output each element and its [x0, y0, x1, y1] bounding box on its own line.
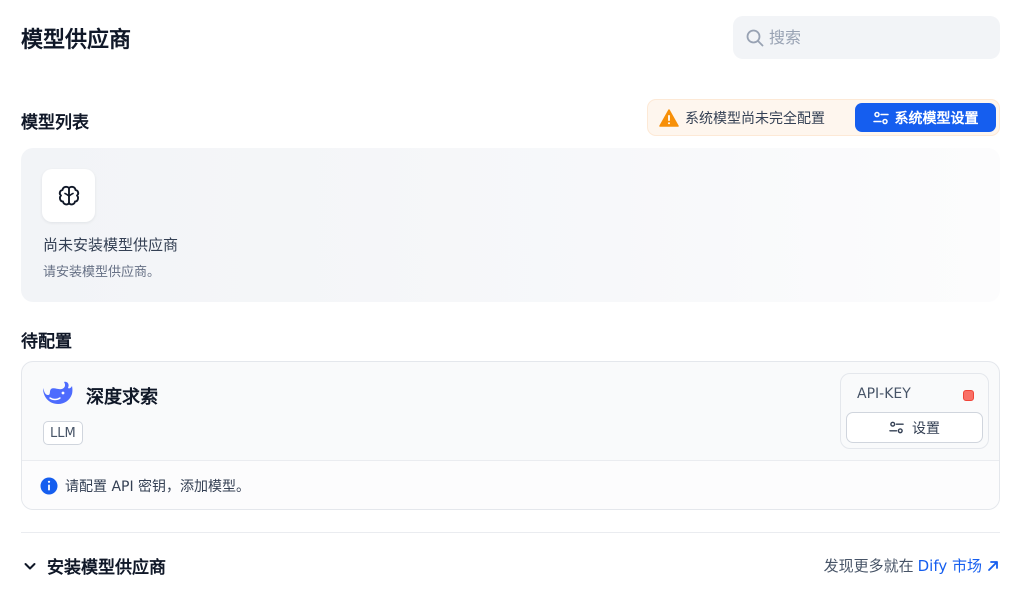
- api-key-label: API-KEY: [857, 386, 911, 402]
- sliders-icon: [889, 421, 904, 434]
- brain-icon: [58, 185, 79, 205]
- page-title: 模型供应商: [21, 28, 132, 53]
- api-key-panel: API-KEY 设置: [840, 373, 989, 449]
- arrow-up-right-icon: [988, 560, 998, 571]
- warning-icon: [659, 108, 679, 127]
- install-title: 安装模型供应商: [47, 558, 166, 578]
- deepseek-whale-icon: [43, 381, 73, 404]
- provider-card-deepseek[interactable]: 深度求索 LLM API-KEY 设置 请配置 API 密钥，添加模型。: [21, 361, 1000, 510]
- empty-subtitle: 请安装模型供应商。: [43, 265, 161, 280]
- footer-hint-text: 请配置 API 密钥，添加模型。: [65, 479, 251, 495]
- sliders-icon: [872, 111, 889, 124]
- marketplace-name: Dify 市场: [917, 557, 982, 575]
- discover-prefix: 发现更多就在: [823, 557, 914, 575]
- system-model-settings-label: 系统模型设置: [894, 110, 979, 127]
- empty-icon-box: [42, 169, 95, 222]
- pending-title: 待配置: [21, 332, 72, 352]
- install-section-toggle[interactable]: 安装模型供应商: [21, 553, 166, 578]
- provider-card-footer: 请配置 API 密钥，添加模型。: [22, 460, 999, 509]
- section-divider: [21, 532, 1000, 533]
- setup-button-label: 设置: [912, 420, 940, 437]
- system-model-warning-banner: 系统模型尚未完全配置 系统模型设置: [647, 99, 1000, 136]
- provider-name: 深度求索: [86, 387, 158, 408]
- info-icon: [40, 477, 58, 495]
- model-type-tag: LLM: [43, 421, 83, 445]
- search-box[interactable]: [733, 16, 1000, 59]
- marketplace-link[interactable]: 发现更多就在 Dify 市场: [824, 555, 1000, 576]
- system-model-settings-button[interactable]: 系统模型设置: [855, 103, 996, 132]
- empty-provider-panel: 尚未安装模型供应商 请安装模型供应商。: [21, 148, 1000, 302]
- status-dot: [963, 390, 974, 401]
- empty-title: 尚未安装模型供应商: [43, 236, 179, 254]
- search-input[interactable]: [769, 28, 989, 47]
- model-list-title: 模型列表: [21, 113, 89, 133]
- chevron-down-icon: [24, 562, 36, 569]
- setup-button[interactable]: 设置: [846, 412, 983, 443]
- warning-text: 系统模型尚未完全配置: [685, 110, 825, 127]
- search-icon: [746, 29, 764, 46]
